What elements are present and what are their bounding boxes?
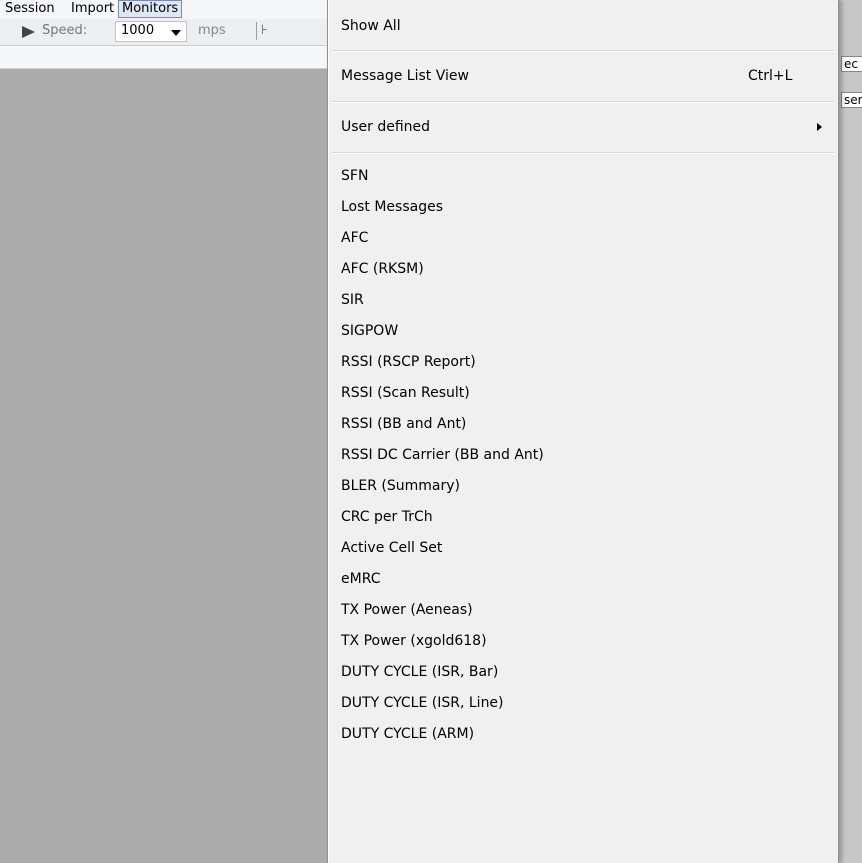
menu-item-monitor[interactable]: DUTY CYCLE (ISR, Line) [328, 689, 838, 717]
menu-item-label: eMRC [341, 571, 381, 587]
menu-item-label: Active Cell Set [341, 540, 443, 556]
menu-item-monitor[interactable]: SFN [328, 162, 838, 190]
menu-item-label: DUTY CYCLE (ARM) [341, 726, 475, 742]
menu-item-monitor[interactable]: RSSI (Scan Result) [328, 379, 838, 407]
menu-item-monitor[interactable]: RSSI (BB and Ant) [328, 410, 838, 438]
menu-import[interactable]: Import [68, 0, 117, 18]
menu-item-monitor[interactable]: DUTY CYCLE (ISR, Bar) [328, 658, 838, 686]
menu-separator [332, 152, 834, 154]
menu-item-monitor[interactable]: RSSI (RSCP Report) [328, 348, 838, 376]
menu-item-label: SFN [341, 168, 369, 184]
menu-item-monitor[interactable]: AFC (RKSM) [328, 255, 838, 283]
chevron-down-icon[interactable] [171, 30, 181, 36]
speed-value: 1000 [121, 23, 155, 38]
toolbar-marker-icon: ⊦ [261, 23, 268, 38]
menu-item-label: Message List View [341, 68, 469, 84]
menu-item-label: RSSI DC Carrier (BB and Ant) [341, 447, 544, 463]
menu-item-monitor[interactable]: RSSI DC Carrier (BB and Ant) [328, 441, 838, 469]
menu-item-monitor[interactable]: TX Power (Aeneas) [328, 596, 838, 624]
monitors-dropdown-menu: Show All Message List View Ctrl+L User d… [327, 0, 839, 863]
menu-item-label: SIGPOW [341, 323, 399, 339]
menu-item-label: Show All [341, 18, 401, 34]
menu-item-shortcut: Ctrl+L [748, 68, 793, 84]
menu-separator [332, 50, 834, 52]
clipped-button-bottom[interactable]: ser [841, 92, 862, 108]
menu-item-message-list-view[interactable]: Message List View Ctrl+L [328, 62, 838, 90]
menu-item-label: User defined [341, 119, 431, 135]
play-icon[interactable] [22, 26, 35, 38]
menu-item-label: DUTY CYCLE (ISR, Bar) [341, 664, 499, 680]
menu-item-monitor[interactable]: AFC [328, 224, 838, 252]
menu-item-monitor[interactable]: SIR [328, 286, 838, 314]
clipped-button-top[interactable]: ec [841, 56, 862, 72]
speed-unit-label: mps [198, 23, 226, 38]
menu-item-user-defined[interactable]: User defined [328, 113, 838, 141]
menu-item-label: TX Power (xgold618) [341, 633, 487, 649]
menu-item-monitor[interactable]: Active Cell Set [328, 534, 838, 562]
menu-item-monitor[interactable]: Lost Messages [328, 193, 838, 221]
menu-item-monitor[interactable]: DUTY CYCLE (ARM) [328, 720, 838, 748]
menu-item-label: AFC [341, 230, 369, 246]
menu-item-label: SIR [341, 292, 364, 308]
menu-item-label: Lost Messages [341, 199, 444, 215]
background-panel-edge [837, 0, 862, 863]
menu-item-label: AFC (RKSM) [341, 261, 424, 277]
menu-item-label: RSSI (BB and Ant) [341, 416, 467, 432]
menu-item-label: CRC per TrCh [341, 509, 433, 525]
menu-monitors[interactable]: Monitors [118, 0, 183, 18]
menu-item-label: RSSI (RSCP Report) [341, 354, 476, 370]
menu-item-monitor[interactable]: SIGPOW [328, 317, 838, 345]
menu-item-label: DUTY CYCLE (ISR, Line) [341, 695, 504, 711]
speed-select[interactable]: 1000 [115, 21, 187, 42]
menu-item-monitor[interactable]: BLER (Summary) [328, 472, 838, 500]
menu-item-show-all[interactable]: Show All [328, 12, 838, 40]
menu-item-monitor[interactable]: TX Power (xgold618) [328, 627, 838, 655]
toolbar-separator [256, 22, 257, 40]
menu-session[interactable]: Session [2, 0, 58, 18]
submenu-arrow-icon [817, 123, 822, 131]
menu-item-label: TX Power (Aeneas) [341, 602, 473, 618]
menu-separator [332, 101, 834, 103]
speed-label: Speed: [42, 23, 88, 38]
menu-item-label: BLER (Summary) [341, 478, 461, 494]
menu-item-monitor[interactable]: eMRC [328, 565, 838, 593]
menu-item-label: RSSI (Scan Result) [341, 385, 470, 401]
menu-item-monitor[interactable]: CRC per TrCh [328, 503, 838, 531]
